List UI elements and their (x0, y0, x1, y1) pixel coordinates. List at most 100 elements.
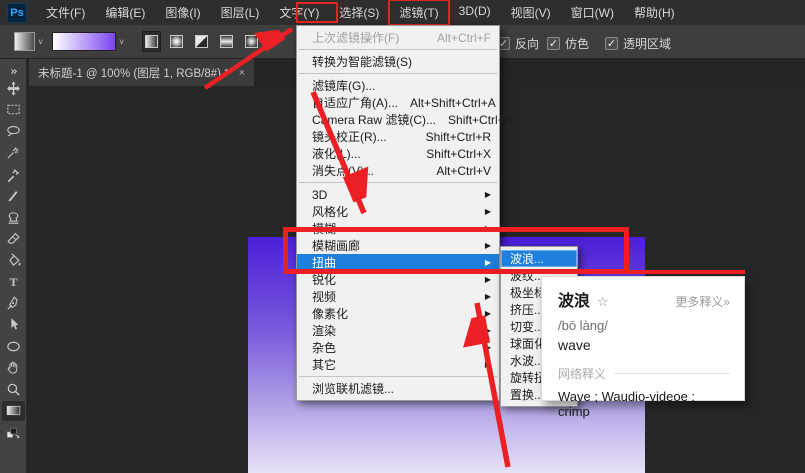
filter-menu-item-[interactable]: 风格化 ▶ (297, 203, 499, 220)
menu-item-label: 液化(L)... (312, 147, 361, 161)
close-icon[interactable]: × (239, 67, 245, 79)
menubar-item-F[interactable]: 文件(F) (36, 0, 95, 25)
swap-colors-icon (6, 427, 20, 438)
menu-item-label: 杂色 (312, 341, 337, 355)
annotation-box-filter-menu (296, 2, 338, 23)
radial-gradient-icon (170, 35, 183, 48)
filter-menu-item-F: 上次滤镜操作(F) Alt+Ctrl+F (297, 29, 499, 46)
move-tool[interactable] (2, 78, 25, 98)
submenu-arrow-icon: ▶ (484, 309, 491, 318)
filter-menu-item-V[interactable]: 消失点(V)... Alt+Ctrl+V (297, 162, 499, 179)
magic-wand-tool[interactable] (2, 143, 25, 163)
paint-bucket-icon (9, 252, 21, 266)
gradient-style-linear-button[interactable] (142, 31, 161, 52)
menu-item-shortcut: Alt+Ctrl+V (436, 163, 491, 178)
checkbox-label: 透明区域 (623, 37, 672, 51)
filter-menu-item-[interactable]: 杂色 ▶ (297, 339, 499, 356)
dictionary-word: 波浪 (558, 293, 591, 310)
gradient-swatch-tool[interactable] (2, 400, 25, 421)
document-tab[interactable]: 未标题-1 @ 100% (图层 1, RGB/8#) * × (29, 59, 255, 86)
marquee-icon (7, 104, 20, 115)
document-tab-title: 未标题-1 @ 100% (图层 1, RGB/8#) * (38, 67, 229, 80)
menu-item-shortcut: Shift+Ctrl+X (426, 146, 491, 161)
annotation-line (626, 270, 745, 274)
gradient-preview-bar[interactable] (52, 32, 116, 51)
checkbox-icon[interactable]: ✓ (547, 37, 560, 50)
checkbox-反向[interactable]: ✓ 反向 (497, 35, 539, 52)
type-tool[interactable]: T (2, 272, 25, 292)
move-icon (7, 80, 20, 96)
menu-item-label: 自适应广角(A)... (312, 96, 398, 110)
checkbox-label: 仿色 (565, 37, 590, 51)
filter-menu-item-G[interactable]: 滤镜库(G)... (297, 77, 499, 94)
star-icon[interactable]: ☆ (597, 294, 675, 310)
path-select-icon (11, 318, 19, 330)
gradient-style-radial-button[interactable] (167, 31, 186, 52)
clone-stamp-tool[interactable] (2, 207, 25, 227)
eraser-tool[interactable] (2, 229, 25, 249)
filter-menu-item-A[interactable]: 自适应广角(A)... Alt+Shift+Ctrl+A (297, 94, 499, 111)
pen-icon (7, 295, 18, 310)
menu-item-label: 3D (312, 187, 328, 202)
tools-panel: T (0, 59, 27, 473)
brush-tool[interactable] (2, 186, 25, 206)
menubar-item-V[interactable]: 视图(V) (501, 0, 561, 25)
collapse-icon (10, 68, 18, 74)
more-definitions-link[interactable]: 更多释义» (675, 293, 730, 310)
gradient-style-diamond-button[interactable] (242, 31, 261, 52)
lasso-tool[interactable] (2, 121, 25, 141)
filter-menu-item-[interactable]: 像素化 ▶ (297, 305, 499, 322)
photoshop-logo-icon: Ps (7, 2, 27, 23)
reflected-gradient-icon (220, 35, 233, 48)
submenu-arrow-icon: ▶ (484, 275, 491, 284)
filter-menu-item-3D[interactable]: 3D ▶ (297, 186, 499, 203)
menubar-item-E[interactable]: 编辑(E) (95, 0, 155, 25)
gradient-style-angle-button[interactable] (192, 31, 211, 52)
filter-menu-item-[interactable]: 视频 ▶ (297, 288, 499, 305)
gradient-preset-icon[interactable] (14, 32, 35, 51)
submenu-arrow-icon: ▶ (484, 292, 491, 301)
zoom-tool[interactable] (2, 379, 25, 399)
pen-tool[interactable] (2, 293, 25, 313)
chevron-down-icon[interactable]: ˅ (119, 37, 124, 47)
menu-item-shortcut: Alt+Ctrl+F (436, 30, 491, 45)
filter-menu-item-[interactable]: 渲染 ▶ (297, 322, 499, 339)
gradient-style-reflected-button[interactable] (217, 31, 236, 52)
chevron-down-icon[interactable]: ˅ (38, 37, 43, 47)
checkbox-仿色[interactable]: ✓ 仿色 (547, 35, 589, 52)
swap-colors-tool[interactable] (2, 422, 25, 442)
menubar-item-W[interactable]: 窗口(W) (561, 0, 624, 25)
menubar-item-H[interactable]: 帮助(H) (624, 0, 685, 25)
menu-separator (299, 182, 497, 183)
path-select-tool[interactable] (2, 315, 25, 335)
eyedropper-tool[interactable] (2, 164, 25, 184)
gradient-swatch-icon (6, 405, 21, 416)
filter-menu-item-S[interactable]: 转换为智能滤镜(S) (297, 53, 499, 70)
menu-bar: Ps 文件(F) 编辑(E) 图像(I) 图层(L) 文字(Y) 选择(S) 滤镜(T) 3D… (0, 0, 805, 26)
filter-menu-item-[interactable]: 浏览联机滤镜... (297, 380, 499, 397)
filter-menu-item-L[interactable]: 液化(L)... Shift+Ctrl+X (297, 145, 499, 162)
paint-bucket-tool[interactable] (2, 250, 25, 270)
checkbox-透明区域[interactable]: ✓ 透明区域 (605, 35, 671, 52)
marquee-tool[interactable] (2, 100, 25, 120)
menu-item-label: 渲染 (312, 324, 337, 338)
menubar-item-3DD[interactable]: 3D(D) (449, 0, 501, 25)
magic-wand-icon (7, 147, 19, 159)
menubar-item-I[interactable]: 图像(I) (155, 0, 210, 25)
filter-menu-item-R[interactable]: 镜头校正(R)... Shift+Ctrl+R (297, 128, 499, 145)
menu-item-label: 视频 (312, 290, 337, 304)
menubar-item-T[interactable]: 滤镜(T) (388, 0, 450, 26)
dictionary-pinyin: /bō làng/ (558, 318, 608, 333)
filter-menu-item-CameraRawC[interactable]: Camera Raw 滤镜(C)... Shift+Ctrl+A (297, 111, 513, 128)
menubar-item-S[interactable]: 选择(S) (329, 0, 389, 25)
checkbox-icon[interactable]: ✓ (605, 37, 618, 50)
menu-item-shortcut: Shift+Ctrl+A (448, 112, 513, 127)
svg-text:T: T (9, 275, 17, 289)
filter-menu-item-[interactable]: 其它 ▶ (297, 356, 499, 373)
hand-tool[interactable] (2, 358, 25, 378)
ellipse-tool[interactable] (2, 336, 25, 356)
menubar-item-L[interactable]: 图层(L) (211, 0, 270, 25)
dictionary-translation: wave (558, 337, 591, 353)
linear-gradient-icon (145, 35, 158, 48)
menu-item-shortcut: Alt+Shift+Ctrl+A (410, 95, 496, 110)
